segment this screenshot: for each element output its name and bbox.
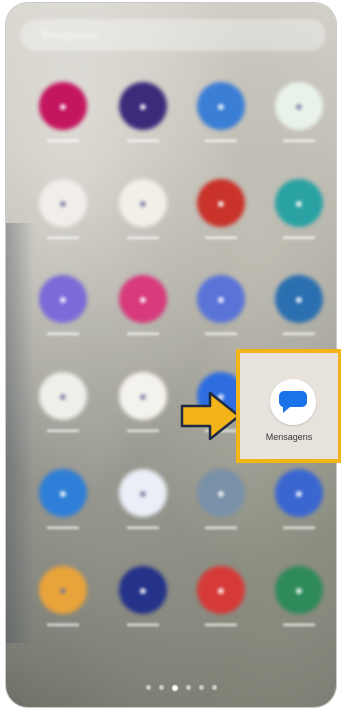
app-label-blurred: ▬▬▬▬ bbox=[47, 232, 79, 241]
app-icon-item[interactable]: ● ▬▬▬▬ bbox=[184, 175, 258, 249]
app-icon-item[interactable]: ● ▬▬▬▬ bbox=[26, 562, 100, 636]
icon-glyph: ● bbox=[138, 195, 148, 211]
messages-label: Mensagens bbox=[265, 432, 313, 442]
app-label-blurred: ▬▬▬▬ bbox=[47, 135, 79, 144]
app-label-blurred: ▬▬▬▬ bbox=[205, 135, 237, 144]
icon-glyph: ● bbox=[216, 485, 226, 501]
page-dot-active[interactable] bbox=[172, 685, 178, 691]
app-label-blurred: ▬▬▬▬ bbox=[205, 619, 237, 628]
app-label-blurred: ▬▬▬▬ bbox=[283, 232, 315, 241]
highlighted-app-box[interactable]: Mensagens bbox=[236, 349, 341, 463]
icon-glyph: ● bbox=[138, 98, 148, 114]
app-icon-item[interactable]: ● ▬▬▬▬ bbox=[106, 175, 180, 249]
app-icon-item[interactable]: ● ▬▬▬▬ bbox=[26, 175, 100, 249]
icon-glyph: ● bbox=[294, 582, 304, 598]
app-icon-item[interactable]: ● ▬▬▬▬ bbox=[106, 271, 180, 345]
app-label-blurred: ▬▬▬▬ bbox=[205, 328, 237, 337]
icon-glyph: ● bbox=[58, 98, 68, 114]
app-icon-item[interactable]: ● ▬▬▬▬ bbox=[106, 368, 180, 442]
icon-glyph: ● bbox=[58, 485, 68, 501]
app-icon-item[interactable]: ● ▬▬▬▬ bbox=[262, 78, 336, 152]
app-label-blurred: ▬▬▬▬ bbox=[283, 619, 315, 628]
app-icon-item[interactable]: ● ▬▬▬▬ bbox=[26, 368, 100, 442]
icon-glyph: ● bbox=[138, 291, 148, 307]
page-dot[interactable] bbox=[199, 685, 204, 690]
app-icon-item[interactable]: ● ▬▬▬▬ bbox=[184, 271, 258, 345]
app-icon-item[interactable]: ● ▬▬▬▬ bbox=[26, 271, 100, 345]
app-icon-item[interactable]: ● ▬▬▬▬ bbox=[26, 465, 100, 539]
app-icon-item[interactable]: ● ▬▬▬▬ bbox=[262, 465, 336, 539]
app-icon-item[interactable]: ● ▬▬▬▬ bbox=[184, 78, 258, 152]
app-label-blurred: ▬▬▬▬ bbox=[47, 619, 79, 628]
app-label-blurred: ▬▬▬▬ bbox=[205, 232, 237, 241]
icon-glyph: ● bbox=[294, 291, 304, 307]
app-label-blurred: ▬▬▬▬ bbox=[47, 425, 79, 434]
app-label-blurred: ▬▬▬▬ bbox=[283, 328, 315, 337]
icon-glyph: ● bbox=[58, 388, 68, 404]
icon-glyph: ● bbox=[58, 195, 68, 211]
app-label-blurred: ▬▬▬▬ bbox=[47, 328, 79, 337]
icon-glyph: ● bbox=[138, 582, 148, 598]
app-label-blurred: ▬▬▬▬ bbox=[283, 522, 315, 531]
icon-glyph: ● bbox=[294, 485, 304, 501]
app-icon-item[interactable]: ● ▬▬▬▬ bbox=[106, 465, 180, 539]
icon-glyph: ● bbox=[58, 582, 68, 598]
app-icon-item[interactable]: ● ▬▬▬▬ bbox=[184, 465, 258, 539]
icon-glyph: ● bbox=[216, 98, 226, 114]
icon-glyph: ● bbox=[138, 388, 148, 404]
page-dot[interactable] bbox=[186, 685, 191, 690]
search-bar[interactable]: Pesquisar bbox=[20, 19, 326, 51]
page-dot[interactable] bbox=[212, 685, 217, 690]
app-label-blurred: ▬▬▬▬ bbox=[205, 522, 237, 531]
app-icon-item[interactable]: ● ▬▬▬▬ bbox=[262, 175, 336, 249]
icon-glyph: ● bbox=[294, 195, 304, 211]
app-label-blurred: ▬▬▬▬ bbox=[127, 135, 159, 144]
pointer-arrow-icon bbox=[180, 391, 241, 441]
app-icon-item[interactable]: ● ▬▬▬▬ bbox=[106, 562, 180, 636]
icon-glyph: ● bbox=[216, 582, 226, 598]
app-icon-item[interactable]: ● ▬▬▬▬ bbox=[184, 562, 258, 636]
icon-glyph: ● bbox=[294, 98, 304, 114]
icon-glyph: ● bbox=[216, 195, 226, 211]
app-icon-item[interactable]: ● ▬▬▬▬ bbox=[106, 78, 180, 152]
app-label-blurred: ▬▬▬▬ bbox=[47, 522, 79, 531]
page-dot[interactable] bbox=[146, 685, 151, 690]
icon-glyph: ● bbox=[138, 485, 148, 501]
app-icon-item[interactable]: ● ▬▬▬▬ bbox=[262, 271, 336, 345]
icon-glyph: ● bbox=[58, 291, 68, 307]
app-label-blurred: ▬▬▬▬ bbox=[283, 135, 315, 144]
search-placeholder: Pesquisar bbox=[42, 28, 99, 42]
messages-icon[interactable] bbox=[270, 379, 316, 425]
app-icon-item[interactable]: ● ▬▬▬▬ bbox=[26, 78, 100, 152]
app-label-blurred: ▬▬▬▬ bbox=[127, 425, 159, 434]
app-label-blurred: ▬▬▬▬ bbox=[127, 328, 159, 337]
app-label-blurred: ▬▬▬▬ bbox=[127, 232, 159, 241]
app-label-blurred: ▬▬▬▬ bbox=[127, 619, 159, 628]
app-label-blurred: ▬▬▬▬ bbox=[127, 522, 159, 531]
icon-glyph: ● bbox=[216, 291, 226, 307]
app-icon-item[interactable]: ● ▬▬▬▬ bbox=[262, 562, 336, 636]
page-indicator[interactable] bbox=[146, 685, 217, 691]
page-dot[interactable] bbox=[159, 685, 164, 690]
chat-bubble-icon bbox=[278, 391, 307, 413]
